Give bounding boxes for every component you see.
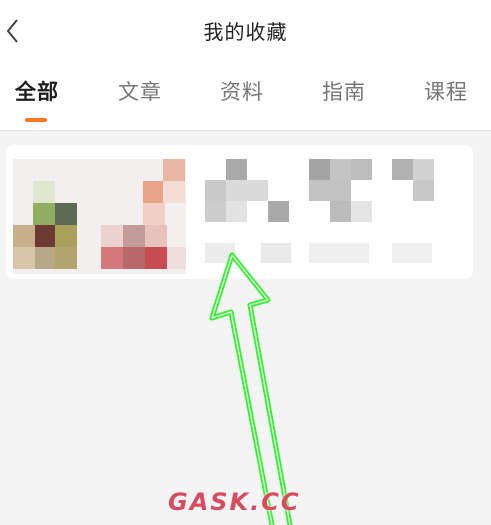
watermark-logo: GASK.CC xyxy=(168,488,301,516)
tab-materials[interactable]: 资料 xyxy=(220,76,264,126)
tab-guides[interactable]: 指南 xyxy=(322,76,366,126)
page-title: 我的收藏 xyxy=(203,20,288,44)
tab-articles[interactable]: 文章 xyxy=(118,76,162,126)
favorite-item-card[interactable] xyxy=(6,145,473,279)
active-tab-indicator xyxy=(25,118,47,122)
pixelated-thumbnail xyxy=(13,159,186,274)
tab-bar: 全部 文章 资料 指南 课程 xyxy=(0,76,491,126)
top-bar: 我的收藏 全部 文章 资料 指南 课程 xyxy=(0,0,491,131)
tab-courses[interactable]: 课程 xyxy=(424,76,468,126)
item-title-blurred xyxy=(201,159,471,279)
